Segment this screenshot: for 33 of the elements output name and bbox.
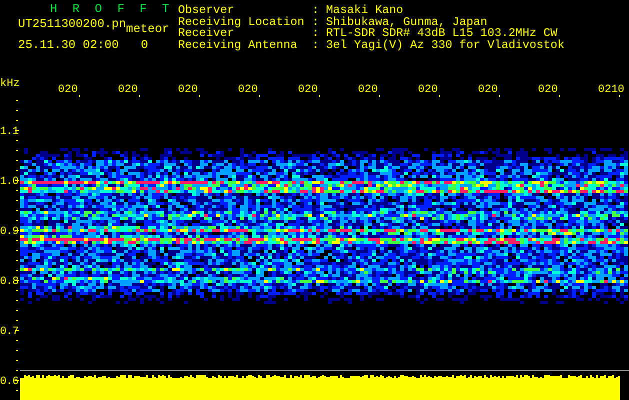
colon-separator: : bbox=[312, 5, 320, 16]
time-label: 020 bbox=[538, 84, 558, 96]
time-label: 020 bbox=[478, 84, 498, 96]
info-label: Receiving Location bbox=[178, 16, 306, 28]
frequency-label: 0.6 bbox=[0, 376, 18, 388]
frequency-label: 0.9 bbox=[0, 226, 18, 238]
info-label: Observer bbox=[178, 5, 234, 16]
colon-separator: : bbox=[312, 28, 320, 40]
time-label: 020 bbox=[358, 84, 378, 96]
time-label: 0210 bbox=[598, 84, 624, 96]
time-label: 020 bbox=[238, 84, 258, 96]
counter-value: 0 bbox=[140, 38, 148, 52]
frequency-label: 1.1 bbox=[0, 126, 18, 138]
info-value: Masaki Kano bbox=[326, 5, 404, 16]
info-value: 3el Yagi(V) Az 330 for Vladivostok bbox=[326, 40, 564, 51]
colon-separator: : bbox=[312, 16, 320, 28]
info-value: RTL-SDR SDR# 43dB L15 103.2MHz CW bbox=[326, 28, 558, 40]
info-label: Receiver bbox=[178, 28, 234, 40]
mode-label: meteor bbox=[126, 22, 170, 36]
timestamp: 25.11.30 02:00 bbox=[18, 38, 119, 52]
frequency-label: 0.8 bbox=[0, 276, 18, 288]
time-label: 020 bbox=[418, 84, 438, 96]
time-label: 020 bbox=[58, 84, 78, 96]
app-title: H R O F F T bbox=[49, 3, 174, 15]
colon-separator: : bbox=[312, 40, 320, 51]
time-label: 020 bbox=[178, 84, 198, 96]
time-label: 020 bbox=[298, 84, 318, 96]
unit-label: kHz bbox=[0, 78, 20, 90]
time-label: 020 bbox=[118, 84, 138, 96]
file-name: UT2511300200.pn bbox=[18, 17, 126, 33]
frequency-label: 0.7 bbox=[0, 326, 18, 338]
info-value: Shibukawa, Gunma, Japan bbox=[326, 16, 488, 28]
info-label: Receiving Antenna bbox=[178, 40, 298, 51]
